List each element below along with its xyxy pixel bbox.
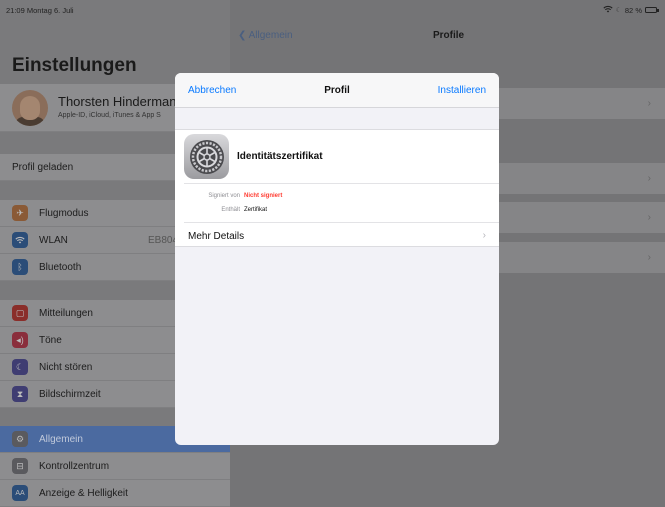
profile-subtitle: Apple-ID, iCloud, iTunes & App S xyxy=(58,112,161,119)
contains-label: Enthält xyxy=(221,207,240,213)
divider xyxy=(184,183,499,184)
signed-by-label: Signiert von xyxy=(208,193,240,199)
wifi-network-name: EB804 xyxy=(148,235,179,246)
sidebar-item-label: Allgemein xyxy=(39,434,83,445)
sidebar-item-label: Nicht stören xyxy=(39,362,93,373)
sidebar-item-label: Kontrollzentrum xyxy=(39,461,110,472)
chevron-right-icon: › xyxy=(647,252,651,263)
more-details-label: Mehr Details xyxy=(188,231,245,242)
status-bar: 21:09 Montag 6. Juli ☾ 82 % xyxy=(0,0,665,20)
back-button[interactable]: ❮ Allgemein xyxy=(238,30,293,41)
status-right: ☾ 82 % xyxy=(603,5,659,15)
settings-gear-icon xyxy=(184,134,229,179)
sidebar-item-label: Töne xyxy=(39,335,62,346)
airplane-icon: ✈ xyxy=(12,205,28,221)
install-button[interactable]: Installieren xyxy=(438,85,486,96)
notifications-icon: ▢ xyxy=(12,305,28,321)
charging-icon: ☾ xyxy=(615,7,622,14)
certificate-name: Identitätszertifikat xyxy=(237,151,323,162)
wifi-icon xyxy=(12,232,28,248)
sidebar-item-label: Flugmodus xyxy=(39,208,89,219)
chevron-right-icon: › xyxy=(647,98,651,109)
sheet-header: Profil Abbrechen Installieren xyxy=(175,73,499,108)
sidebar-item-display-brightness[interactable]: AA Anzeige & Helligkeit xyxy=(0,480,230,507)
sidebar-item-control-center[interactable]: ⊟ Kontrollzentrum xyxy=(0,453,230,480)
chevron-left-icon: ❮ xyxy=(238,30,247,41)
sidebar-title: Einstellungen xyxy=(12,55,137,76)
chevron-right-icon: › xyxy=(482,230,486,241)
avatar xyxy=(12,90,48,126)
sidebar-item-label: Bluetooth xyxy=(39,262,82,273)
sidebar-item-label: Profil geladen xyxy=(12,162,74,173)
sidebar-item-label: Mitteilungen xyxy=(39,308,93,319)
sound-icon: ◂) xyxy=(12,332,28,348)
moon-icon: ☾ xyxy=(12,359,28,375)
sidebar-item-label: Bildschirmzeit xyxy=(39,389,101,400)
bluetooth-icon: ᛒ xyxy=(12,259,28,275)
text-size-icon: AA xyxy=(12,485,28,501)
battery-percent: 82 % xyxy=(624,5,642,15)
switches-icon: ⊟ xyxy=(12,458,28,474)
chevron-right-icon: › xyxy=(647,173,651,184)
hourglass-icon: ⧗ xyxy=(12,386,28,402)
more-details-row[interactable]: Mehr Details › xyxy=(175,223,499,249)
status-time: 21:09 Montag 6. Juli xyxy=(6,6,74,15)
certificate-card: Identitätszertifikat Signiert von Nicht … xyxy=(175,129,499,247)
sidebar-item-label: WLAN xyxy=(39,235,68,246)
profile-name: Thorsten Hinderman xyxy=(58,94,177,109)
install-profile-sheet: Profil Abbrechen Installieren Identitäts… xyxy=(175,73,499,445)
detail-title: Profile xyxy=(433,30,465,41)
contains-value: Zertifikat xyxy=(244,207,268,213)
signed-by-value: Nicht signiert xyxy=(244,193,283,199)
cancel-button[interactable]: Abbrechen xyxy=(188,85,236,96)
battery-icon xyxy=(645,7,659,13)
gear-icon: ⚙ xyxy=(12,431,28,447)
chevron-right-icon: › xyxy=(647,212,651,223)
wifi-status-icon xyxy=(603,5,613,15)
sidebar-item-label: Anzeige & Helligkeit xyxy=(39,488,128,499)
